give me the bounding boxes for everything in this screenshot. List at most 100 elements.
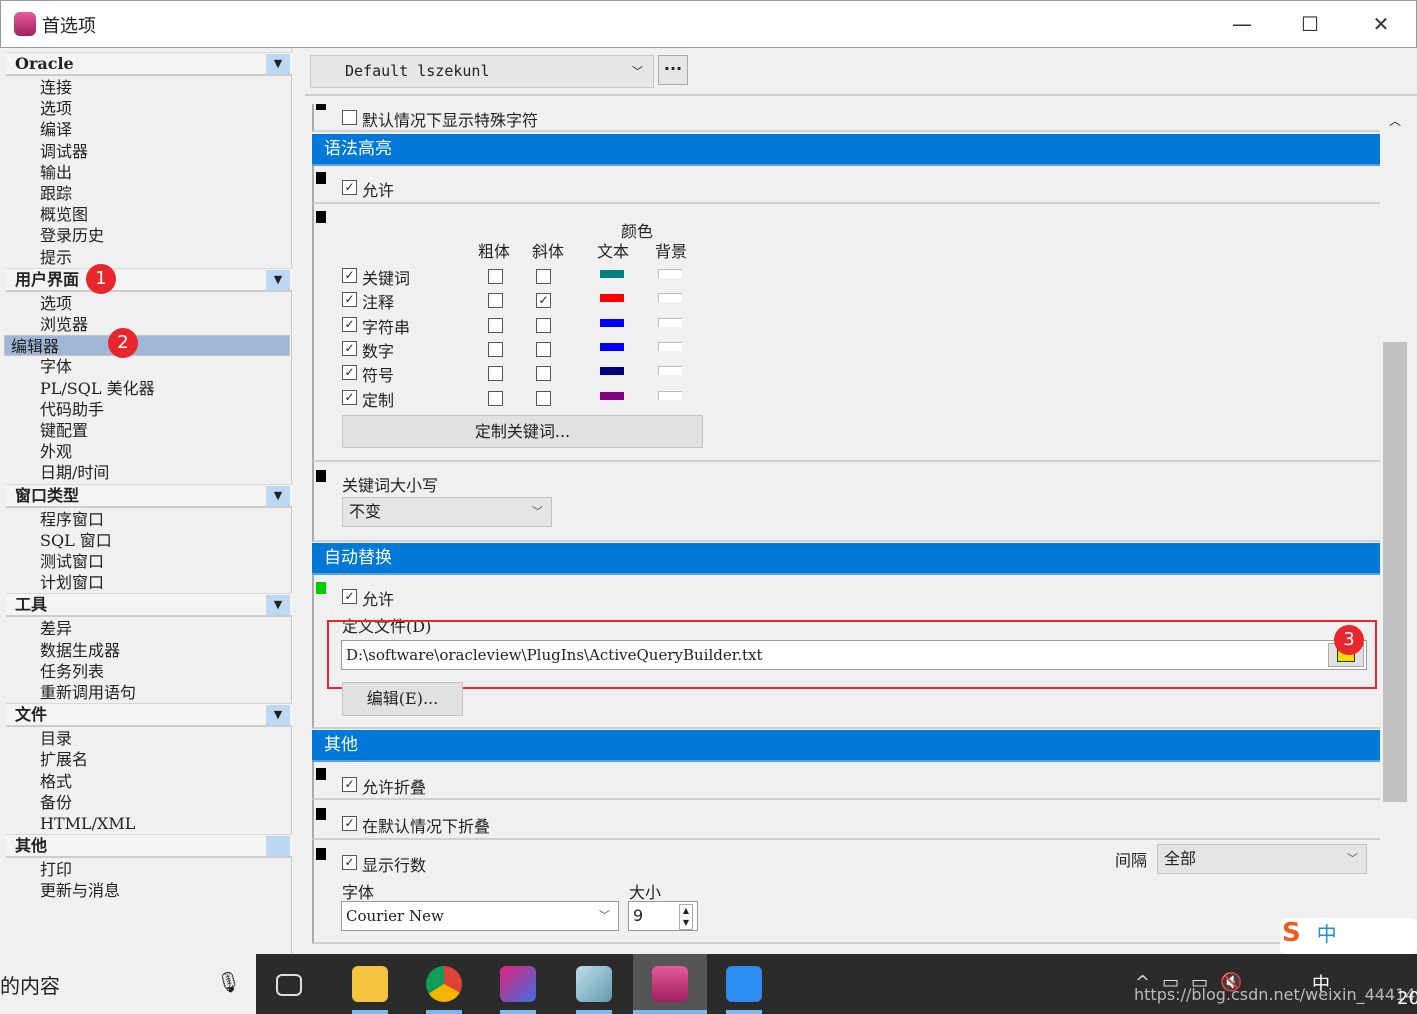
tree-item[interactable]: 编辑器 xyxy=(4,335,290,357)
tree-item[interactable]: SQL 窗口 xyxy=(4,530,290,551)
collapse-arrow-icon[interactable]: ▼ xyxy=(266,485,290,506)
microphone-icon[interactable]: 🎙 xyxy=(216,970,241,994)
italic-checkbox[interactable] xyxy=(536,341,551,357)
collapse-arrow-icon[interactable]: ▼ xyxy=(266,269,290,290)
tree-item[interactable]: 数据生成器 xyxy=(4,640,290,661)
scroll-up-icon[interactable]: ︿ xyxy=(1382,112,1408,129)
tree-item[interactable]: 调试器 xyxy=(4,141,290,162)
size-stepper[interactable]: 9 ▲ ▼ xyxy=(628,901,698,931)
tree-group-header[interactable]: 文件 ▼ xyxy=(6,703,292,728)
background-color-swatch[interactable] xyxy=(658,293,682,303)
fold-checkbox[interactable]: ✓ xyxy=(342,777,357,792)
bold-checkbox[interactable] xyxy=(488,317,503,333)
background-color-swatch[interactable] xyxy=(658,341,682,351)
tree-item[interactable]: HTML/XML xyxy=(4,813,290,834)
taskbar-search[interactable]: 的内容 🎙 xyxy=(0,954,256,1014)
tree-item[interactable]: 代码助手 xyxy=(4,399,290,420)
profile-more-button[interactable]: ··· xyxy=(658,55,688,85)
text-color-swatch[interactable] xyxy=(600,294,624,303)
token-enable-checkbox[interactable]: ✓ xyxy=(342,389,357,405)
tree-item[interactable]: PL/SQL 美化器 xyxy=(4,378,290,399)
token-enable-checkbox[interactable]: ✓ xyxy=(342,340,357,356)
tree-item[interactable]: 测试窗口 xyxy=(4,551,290,572)
italic-checkbox[interactable] xyxy=(536,317,551,333)
collapse-arrow-icon[interactable]: ▼ xyxy=(266,595,290,616)
tree-item[interactable]: 目录 xyxy=(4,728,290,749)
tree-item[interactable]: 跟踪 xyxy=(4,183,290,204)
tree-item[interactable]: 外观 xyxy=(4,441,290,462)
interval-select[interactable]: 全部 ﹀ xyxy=(1157,844,1367,874)
text-color-swatch[interactable] xyxy=(600,391,624,400)
tree-item[interactable]: 任务列表 xyxy=(4,661,290,682)
tree-item[interactable]: 提示 xyxy=(4,247,290,268)
tree-item[interactable]: 备份 xyxy=(4,792,290,813)
tree-group-header[interactable]: 其他 xyxy=(6,834,292,859)
font-select[interactable]: Courier New ﹀ xyxy=(341,901,619,931)
collapse-arrow-icon[interactable]: ▼ xyxy=(266,54,290,74)
file-explorer-icon[interactable] xyxy=(352,966,388,1002)
tree-item[interactable]: 格式 xyxy=(4,771,290,792)
collapse-arrow-icon[interactable] xyxy=(266,836,290,857)
keyword-case-select[interactable]: 不变 ﹀ xyxy=(342,497,552,527)
special-chars-checkbox[interactable] xyxy=(342,110,357,125)
tree-item[interactable]: 更新与消息 xyxy=(4,880,290,901)
collapse-arrow-icon[interactable]: ▼ xyxy=(266,705,290,726)
italic-checkbox[interactable] xyxy=(536,269,551,284)
token-enable-checkbox[interactable]: ✓ xyxy=(342,365,357,381)
bold-checkbox[interactable] xyxy=(488,390,503,406)
text-color-swatch[interactable] xyxy=(600,318,624,327)
background-color-swatch[interactable] xyxy=(658,366,682,376)
syntax-enable-checkbox[interactable]: ✓ xyxy=(342,180,357,195)
token-enable-checkbox[interactable]: ✓ xyxy=(342,316,357,332)
task-view-icon[interactable] xyxy=(276,974,302,996)
scrollbar-thumb[interactable] xyxy=(1383,342,1407,802)
bold-checkbox[interactable] xyxy=(488,341,503,357)
maximize-button[interactable]: ☐ xyxy=(1287,8,1333,40)
plsql-developer-icon[interactable] xyxy=(652,966,688,1002)
tree-item[interactable]: 输出 xyxy=(4,162,290,183)
background-color-swatch[interactable] xyxy=(658,390,682,400)
italic-checkbox[interactable] xyxy=(536,390,551,406)
background-color-swatch[interactable] xyxy=(658,269,682,278)
notepad-icon[interactable] xyxy=(576,966,612,1002)
tree-item[interactable]: 编译 xyxy=(4,119,290,140)
minimize-button[interactable]: — xyxy=(1219,8,1265,40)
tree-item[interactable]: 浏览器 xyxy=(4,314,290,335)
custom-keywords-button[interactable]: 定制关键词... xyxy=(342,415,703,448)
tree-group-header[interactable]: Oracle ▼ xyxy=(6,52,292,76)
line-numbers-checkbox[interactable]: ✓ xyxy=(342,855,357,870)
ime-toolbar[interactable]: S中 xyxy=(1280,918,1417,954)
tree-item[interactable]: 选项 xyxy=(4,98,290,119)
close-button[interactable]: ✕ xyxy=(1358,8,1404,40)
tree-item[interactable]: 计划窗口 xyxy=(4,572,290,593)
fold-default-checkbox[interactable]: ✓ xyxy=(342,816,357,831)
bold-checkbox[interactable] xyxy=(488,366,503,382)
tree-item[interactable]: 概览图 xyxy=(4,204,290,225)
tree-group-header[interactable]: 工具 ▼ xyxy=(6,593,292,618)
tree-item[interactable]: 键配置 xyxy=(4,420,290,441)
profile-select[interactable]: Default lszekunl ﹀ xyxy=(310,55,654,88)
token-enable-checkbox[interactable]: ✓ xyxy=(342,268,357,283)
italic-checkbox[interactable] xyxy=(536,366,551,382)
tree-item[interactable]: 字体 xyxy=(4,356,290,377)
bold-checkbox[interactable] xyxy=(488,293,503,309)
chrome-icon[interactable] xyxy=(426,966,462,1002)
tree-item[interactable]: 日期/时间 xyxy=(4,462,290,483)
token-enable-checkbox[interactable]: ✓ xyxy=(342,292,357,308)
tree-item[interactable]: 登录历史 xyxy=(4,225,290,246)
dingtalk-icon[interactable] xyxy=(726,966,762,1002)
tree-group-header[interactable]: 窗口类型 ▼ xyxy=(6,483,292,508)
background-color-swatch[interactable] xyxy=(658,317,682,327)
text-color-swatch[interactable] xyxy=(600,367,624,376)
intellij-icon[interactable] xyxy=(500,966,536,1002)
tree-item[interactable]: 重新调用语句 xyxy=(4,682,290,703)
text-color-swatch[interactable] xyxy=(600,270,624,278)
tree-item[interactable]: 连接 xyxy=(4,77,290,98)
tree-item[interactable]: 选项 xyxy=(4,293,290,314)
italic-checkbox[interactable]: ✓ xyxy=(536,293,551,309)
stepper-arrows-icon[interactable]: ▲ ▼ xyxy=(678,904,693,930)
tree-group-header[interactable]: 用户界面 ▼ xyxy=(6,267,292,292)
edit-file-button[interactable]: 编辑(E)... xyxy=(342,682,463,716)
text-color-swatch[interactable] xyxy=(600,342,624,351)
clock[interactable]: 20 xyxy=(1397,988,1417,1009)
